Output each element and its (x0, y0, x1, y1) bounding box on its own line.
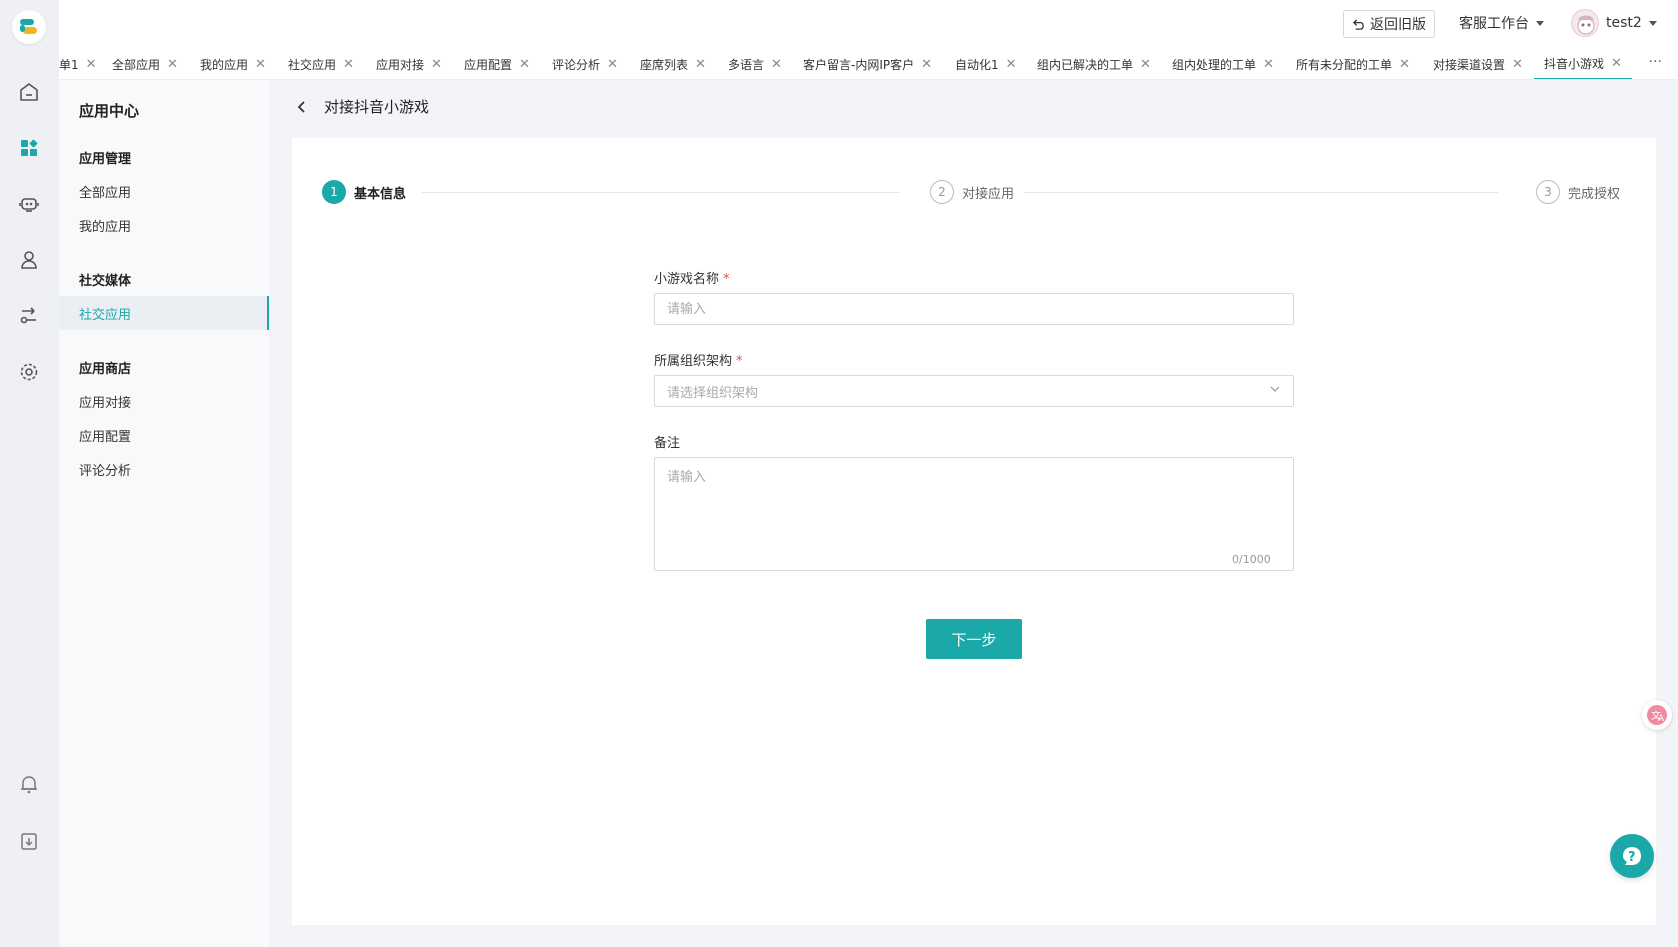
chevron-down-icon (1536, 20, 1544, 26)
tab[interactable]: 组内处理的工单 ✕ (1172, 48, 1274, 79)
page-title: 对接抖音小游戏 (324, 98, 430, 116)
close-icon[interactable]: ✕ (1399, 57, 1410, 72)
submenu-item-comment-analysis[interactable]: 评论分析 (59, 452, 269, 486)
close-icon[interactable]: ✕ (167, 57, 178, 72)
more-tabs-button[interactable]: ··· (1649, 54, 1662, 70)
step-label: 完成授权 (1568, 186, 1621, 202)
step-label: 对接应用 (962, 186, 1015, 202)
close-icon[interactable]: ✕ (695, 57, 706, 72)
settings-icon[interactable] (17, 360, 41, 384)
close-icon[interactable]: ✕ (255, 57, 266, 72)
org-select-placeholder: 请选择组织架构 (667, 385, 759, 401)
remark-char-counter: 0/1000 (1232, 553, 1271, 566)
submenu-item-social-apps[interactable]: 社交应用 (59, 296, 269, 330)
close-icon[interactable]: ✕ (519, 57, 530, 72)
tab[interactable]: 组内已解决的工单 ✕ (1037, 48, 1151, 79)
step-number: 1 (322, 180, 346, 204)
close-icon[interactable]: ✕ (343, 57, 354, 72)
app-logo[interactable] (12, 10, 46, 44)
close-icon[interactable]: ✕ (1611, 56, 1622, 71)
remark-textarea[interactable] (654, 457, 1294, 571)
chevron-down-icon (1269, 383, 1281, 399)
tab[interactable]: 所有未分配的工单 ✕ (1296, 48, 1410, 79)
workbench-dropdown[interactable]: 客服工作台 (1459, 13, 1544, 33)
tab[interactable]: 自动化1 ✕ (955, 48, 1017, 79)
step-basic-info: 1 基本信息 (322, 180, 406, 204)
step-connector (422, 192, 900, 193)
apps-icon[interactable] (17, 136, 41, 160)
tab[interactable]: 对接渠道设置 ✕ (1433, 48, 1523, 79)
svg-text:A: A (1658, 714, 1665, 724)
tab[interactable]: 我的应用 ✕ (200, 48, 266, 79)
tab[interactable]: 客户留言-内网IP客户 ✕ (803, 48, 932, 79)
customer-icon[interactable] (17, 248, 41, 272)
org-select[interactable]: 请选择组织架构 (654, 375, 1294, 407)
translate-icon[interactable]: 文A (1642, 700, 1672, 730)
chevron-down-icon (1648, 20, 1657, 26)
step-number: 2 (930, 180, 954, 204)
close-icon[interactable]: ✕ (1512, 57, 1523, 72)
old-version-button[interactable]: 返回旧版 (1343, 10, 1435, 38)
submenu-item-app-integration[interactable]: 应用对接 (59, 384, 269, 418)
svg-text:?: ? (1628, 850, 1636, 865)
tab[interactable]: 应用配置 ✕ (464, 48, 530, 79)
step-connector (1024, 192, 1498, 193)
submenu-group: 社交媒体 (79, 274, 132, 289)
robot-icon[interactable] (17, 192, 41, 216)
logo-icon (20, 19, 37, 34)
submenu-item-all-apps[interactable]: 全部应用 (59, 174, 269, 208)
org-label: 所属组织架构 * (654, 354, 743, 369)
tab[interactable]: 评论分析 ✕ (552, 48, 618, 79)
submenu-item-my-apps[interactable]: 我的应用 (59, 208, 269, 242)
left-rail (0, 0, 59, 947)
submenu: 应用中心 应用管理 全部应用 我的应用 社交媒体 社交应用 应用商店 应用对接 … (59, 80, 269, 947)
help-icon: ? (1623, 847, 1641, 865)
flow-icon[interactable] (17, 304, 41, 328)
tab-strip: 单1 ✕ 全部应用 ✕ 我的应用 ✕ 社交应用 ✕ 应用对接 ✕ 应用配置 ✕ 评论分析 ✕ … (59, 48, 1678, 80)
tab[interactable]: 座席列表 ✕ (640, 48, 706, 79)
old-version-label: 返回旧版 (1370, 17, 1426, 33)
submenu-group: 应用管理 (79, 152, 132, 167)
username: test2 (1606, 15, 1642, 31)
tab[interactable]: 社交应用 ✕ (288, 48, 354, 79)
tab[interactable]: 全部应用 ✕ (112, 48, 178, 79)
submenu-group: 应用商店 (79, 362, 132, 377)
back-icon[interactable] (292, 97, 312, 117)
bell-icon[interactable] (17, 772, 41, 796)
remark-label: 备注 (654, 436, 681, 451)
close-icon[interactable]: ✕ (1006, 57, 1017, 72)
download-icon[interactable] (17, 829, 41, 853)
close-icon[interactable]: ✕ (607, 57, 618, 72)
avatar (1571, 9, 1599, 37)
game-name-input[interactable] (654, 293, 1294, 325)
submenu-title: 应用中心 (79, 102, 140, 120)
workbench-label: 客服工作台 (1459, 16, 1529, 32)
required-mark: * (723, 272, 730, 287)
close-icon[interactable]: ✕ (431, 57, 442, 72)
close-icon[interactable]: ✕ (1263, 57, 1274, 72)
undo-icon (1352, 18, 1365, 31)
top-bar: 返回旧版 客服工作台 test2 (59, 0, 1678, 48)
step-number: 3 (1536, 180, 1560, 204)
close-icon[interactable]: ✕ (771, 57, 782, 72)
next-step-button[interactable]: 下一步 (926, 619, 1022, 659)
help-button[interactable]: ? (1610, 834, 1654, 878)
game-name-label: 小游戏名称 * (654, 272, 730, 287)
tab[interactable]: 多语言 ✕ (728, 48, 782, 79)
form-card: 1 基本信息 2 对接应用 3 完成授权 小游戏名称* 所属组织架构* 请选择组… (292, 138, 1656, 925)
page-header: 对接抖音小游戏 (292, 96, 429, 117)
required-mark: * (736, 354, 743, 369)
submenu-item-app-config[interactable]: 应用配置 (59, 418, 269, 452)
step-label: 基本信息 (354, 186, 407, 202)
tab-active[interactable]: 抖音小游戏 ✕ (1534, 48, 1632, 79)
close-icon[interactable]: ✕ (921, 57, 932, 72)
step-complete-auth: 3 完成授权 (1536, 180, 1620, 204)
tab[interactable]: 单1 ✕ (59, 48, 97, 79)
tab[interactable]: 应用对接 ✕ (376, 48, 442, 79)
home-icon[interactable] (17, 80, 41, 104)
step-connect-app: 2 对接应用 (930, 180, 1014, 204)
close-icon[interactable]: ✕ (86, 57, 97, 72)
user-menu[interactable]: test2 (1571, 9, 1657, 37)
close-icon[interactable]: ✕ (1140, 57, 1151, 72)
